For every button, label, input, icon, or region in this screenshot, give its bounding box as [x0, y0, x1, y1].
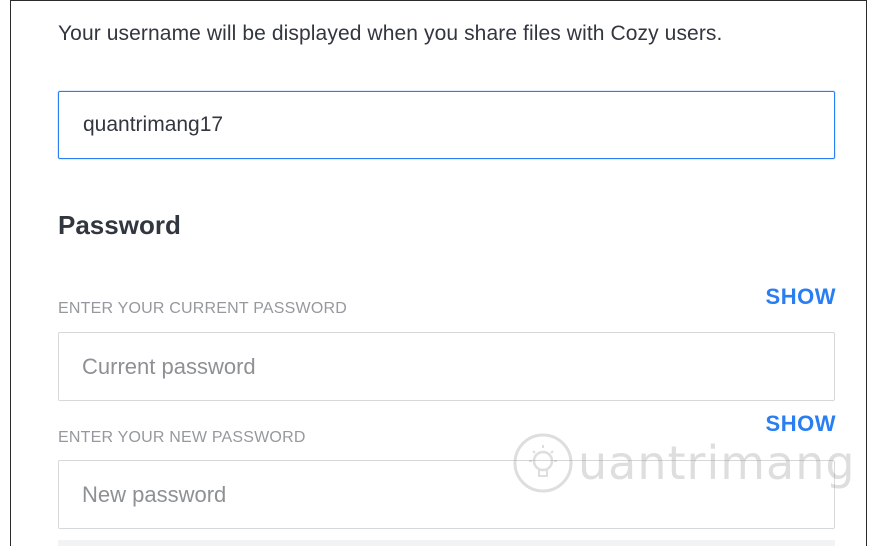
current-password-label: ENTER YOUR CURRENT PASSWORD: [58, 300, 347, 317]
next-field-edge: [58, 540, 835, 546]
password-section-title: Password: [58, 210, 181, 240]
new-password-label: ENTER YOUR NEW PASSWORD: [58, 429, 306, 446]
username-helper-text: Your username will be displayed when you…: [58, 22, 723, 45]
show-new-password-button[interactable]: SHOW: [766, 411, 836, 437]
username-input[interactable]: [58, 91, 835, 159]
new-password-input[interactable]: [58, 460, 835, 529]
show-current-password-button[interactable]: SHOW: [766, 284, 836, 310]
current-password-input[interactable]: [58, 332, 835, 401]
